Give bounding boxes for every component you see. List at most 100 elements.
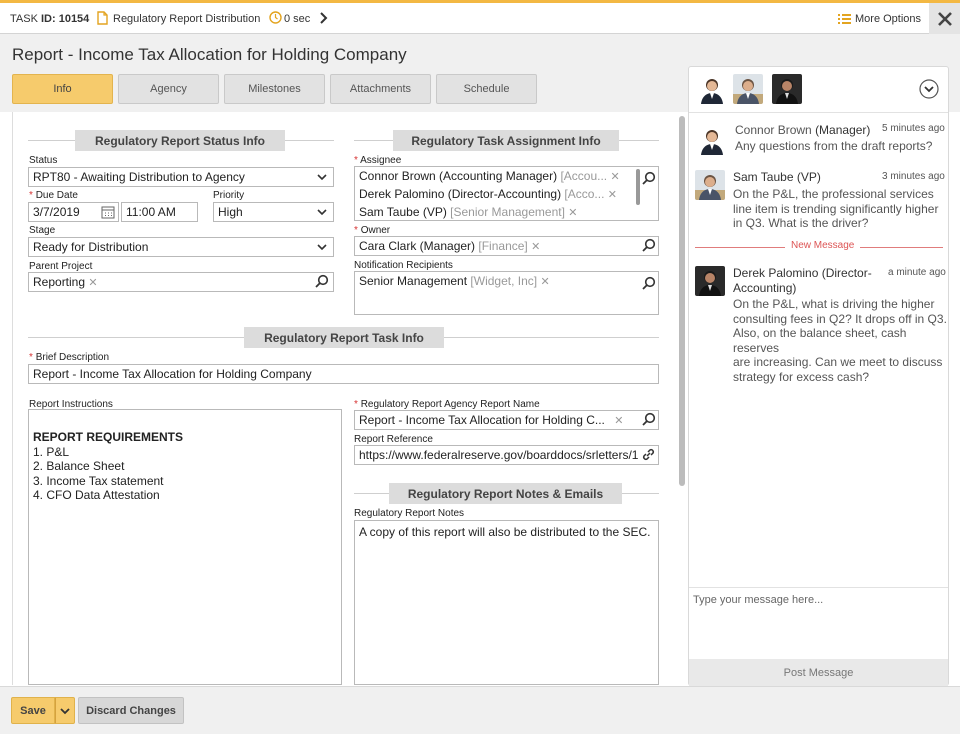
chevron-right-icon[interactable] xyxy=(319,12,329,24)
search-icon[interactable] xyxy=(642,412,656,426)
priority-value: High xyxy=(218,205,243,219)
tab-milestones[interactable]: Milestones xyxy=(224,74,325,104)
remove-icon[interactable]: ✕ xyxy=(608,189,617,201)
status-section-header: Regulatory Report Status Info xyxy=(75,130,285,151)
agency-report-name-input[interactable]: Report - Income Tax Allocation for Holdi… xyxy=(354,410,659,430)
notification-value: Senior Management xyxy=(359,274,468,288)
avatar[interactable] xyxy=(697,74,727,104)
report-notes-label: Regulatory Report Notes xyxy=(354,508,465,519)
brief-description-input[interactable]: Report - Income Tax Allocation for Holdi… xyxy=(28,364,659,384)
avatar xyxy=(695,170,725,200)
chat-message: On the P&L, the professional services li… xyxy=(733,187,939,230)
notification-input[interactable]: Senior Management [Widget, Inc] ✕ xyxy=(354,271,659,315)
notes-section-header: Regulatory Report Notes & Emails xyxy=(389,483,622,504)
calendar-icon[interactable] xyxy=(101,205,115,219)
chat-message: Any questions from the draft reports? xyxy=(735,139,933,153)
avatar[interactable] xyxy=(733,74,763,104)
stage-label: Stage xyxy=(29,225,56,236)
close-button[interactable] xyxy=(929,3,960,34)
report-notes-value: A copy of this report will also be distr… xyxy=(359,525,651,539)
chat-panel: Connor Brown (Manager) 5 minutes ago Any… xyxy=(688,66,949,686)
assignee-label: * Assignee xyxy=(354,155,402,166)
avatar[interactable] xyxy=(772,74,802,104)
remove-icon[interactable]: ✕ xyxy=(88,277,97,289)
task-timer: 0 sec xyxy=(284,13,311,25)
parent-project-label: Parent Project xyxy=(29,261,93,272)
save-button[interactable]: Save xyxy=(11,697,55,724)
chat-participants xyxy=(689,67,948,113)
status-select[interactable]: RPT80 - Awaiting Distribution to Agency xyxy=(28,167,334,187)
page-title: Report - Income Tax Allocation for Holdi… xyxy=(12,45,407,64)
avatar xyxy=(695,266,725,296)
chevron-down-icon[interactable] xyxy=(919,79,939,99)
parent-project-value: Reporting xyxy=(33,275,86,289)
report-notes-textarea[interactable]: A copy of this report will also be distr… xyxy=(354,520,659,685)
search-icon[interactable] xyxy=(642,276,656,290)
search-icon[interactable] xyxy=(642,238,656,252)
instruction-item: 2. Balance Sheet xyxy=(33,459,125,473)
stage-select[interactable]: Ready for Distribution xyxy=(28,237,334,257)
instruction-item: 3. Income Tax statement xyxy=(33,473,164,488)
due-date-value: 3/7/2019 xyxy=(33,205,80,219)
task-id: TASK ID: 10154 xyxy=(10,13,89,25)
chevron-down-icon xyxy=(60,707,70,714)
assignment-section-header: Regulatory Task Assignment Info xyxy=(393,130,619,151)
priority-select[interactable]: High xyxy=(213,202,334,222)
assignee-chip: Sam Taube (VP) [Senior Management] ✕ xyxy=(359,205,578,219)
remove-icon[interactable]: ✕ xyxy=(540,276,549,288)
report-reference-input[interactable]: https://www.federalreserve.gov/boarddocs… xyxy=(354,445,659,465)
chat-message: On the P&L, what is driving the higher c… xyxy=(733,297,947,384)
instruction-item: 1. P&L xyxy=(33,444,70,459)
footer-bar: Save Discard Changes xyxy=(0,686,960,734)
notification-tag: [Widget, Inc] xyxy=(470,274,538,288)
save-dropdown-button[interactable] xyxy=(55,697,75,724)
document-icon xyxy=(97,11,108,25)
clock-icon xyxy=(269,11,282,24)
task-prefix: TASK xyxy=(10,13,38,25)
assignee-chip: Connor Brown (Accounting Manager) [Accou… xyxy=(359,169,620,183)
instructions-heading: REPORT REQUIREMENTS xyxy=(33,430,184,444)
priority-label: Priority xyxy=(213,190,245,201)
owner-label: * Owner xyxy=(354,225,391,236)
form-scrollbar[interactable] xyxy=(679,116,685,486)
new-message-divider: New Message xyxy=(695,240,943,251)
report-reference-value: https://www.federalreserve.gov/boarddocs… xyxy=(359,448,639,462)
chat-message-input[interactable]: Type your message here... xyxy=(689,587,948,659)
avatar xyxy=(697,125,727,155)
remove-icon[interactable]: ✕ xyxy=(568,207,577,219)
search-icon[interactable] xyxy=(642,171,656,185)
tab-attachments[interactable]: Attachments xyxy=(330,74,431,104)
notification-label: Notification Recipients xyxy=(354,260,453,271)
chat-author: Connor Brown (Manager) xyxy=(735,123,871,137)
tab-info[interactable]: Info xyxy=(12,74,113,104)
due-time-input[interactable]: 11:00 AM xyxy=(121,202,198,222)
tab-schedule[interactable]: Schedule xyxy=(436,74,537,104)
owner-tag: [Finance] xyxy=(478,239,528,253)
assignee-scrollbar[interactable] xyxy=(636,169,640,205)
list-icon xyxy=(838,14,851,24)
post-message-button[interactable]: Post Message xyxy=(689,659,948,686)
report-instructions-textarea[interactable]: REPORT REQUIREMENTS 1. P&L 2. Balance Sh… xyxy=(28,409,342,685)
task-id-value: ID: 10154 xyxy=(40,13,90,25)
remove-icon[interactable]: ✕ xyxy=(531,241,540,253)
remove-icon[interactable]: ✕ xyxy=(614,415,623,427)
parent-project-input[interactable]: Reporting ✕ xyxy=(28,272,334,292)
more-options-button[interactable]: More Options xyxy=(838,10,921,28)
task-topbar: TASK ID: 10154 Regulatory Report Distrib… xyxy=(0,0,960,34)
search-icon[interactable] xyxy=(315,274,329,288)
chevron-down-icon xyxy=(317,174,327,181)
owner-input[interactable]: Cara Clark (Manager) [Finance] ✕ xyxy=(354,236,659,256)
more-options-label: More Options xyxy=(855,13,922,25)
assignee-input[interactable]: Connor Brown (Accounting Manager) [Accou… xyxy=(354,166,659,221)
chat-time: 3 minutes ago xyxy=(882,171,945,182)
remove-icon[interactable]: ✕ xyxy=(610,171,619,183)
link-icon[interactable] xyxy=(641,447,656,462)
chat-time: a minute ago xyxy=(888,267,946,278)
discard-changes-button[interactable]: Discard Changes xyxy=(78,697,184,724)
assignee-chip: Derek Palomino (Director-Accounting) [Ac… xyxy=(359,187,617,201)
chat-time: 5 minutes ago xyxy=(882,123,945,134)
tab-agency[interactable]: Agency xyxy=(118,74,219,104)
instruction-item: 4. CFO Data Attestation xyxy=(33,488,160,502)
status-value: RPT80 - Awaiting Distribution to Agency xyxy=(33,170,245,184)
status-label: Status xyxy=(29,155,58,166)
